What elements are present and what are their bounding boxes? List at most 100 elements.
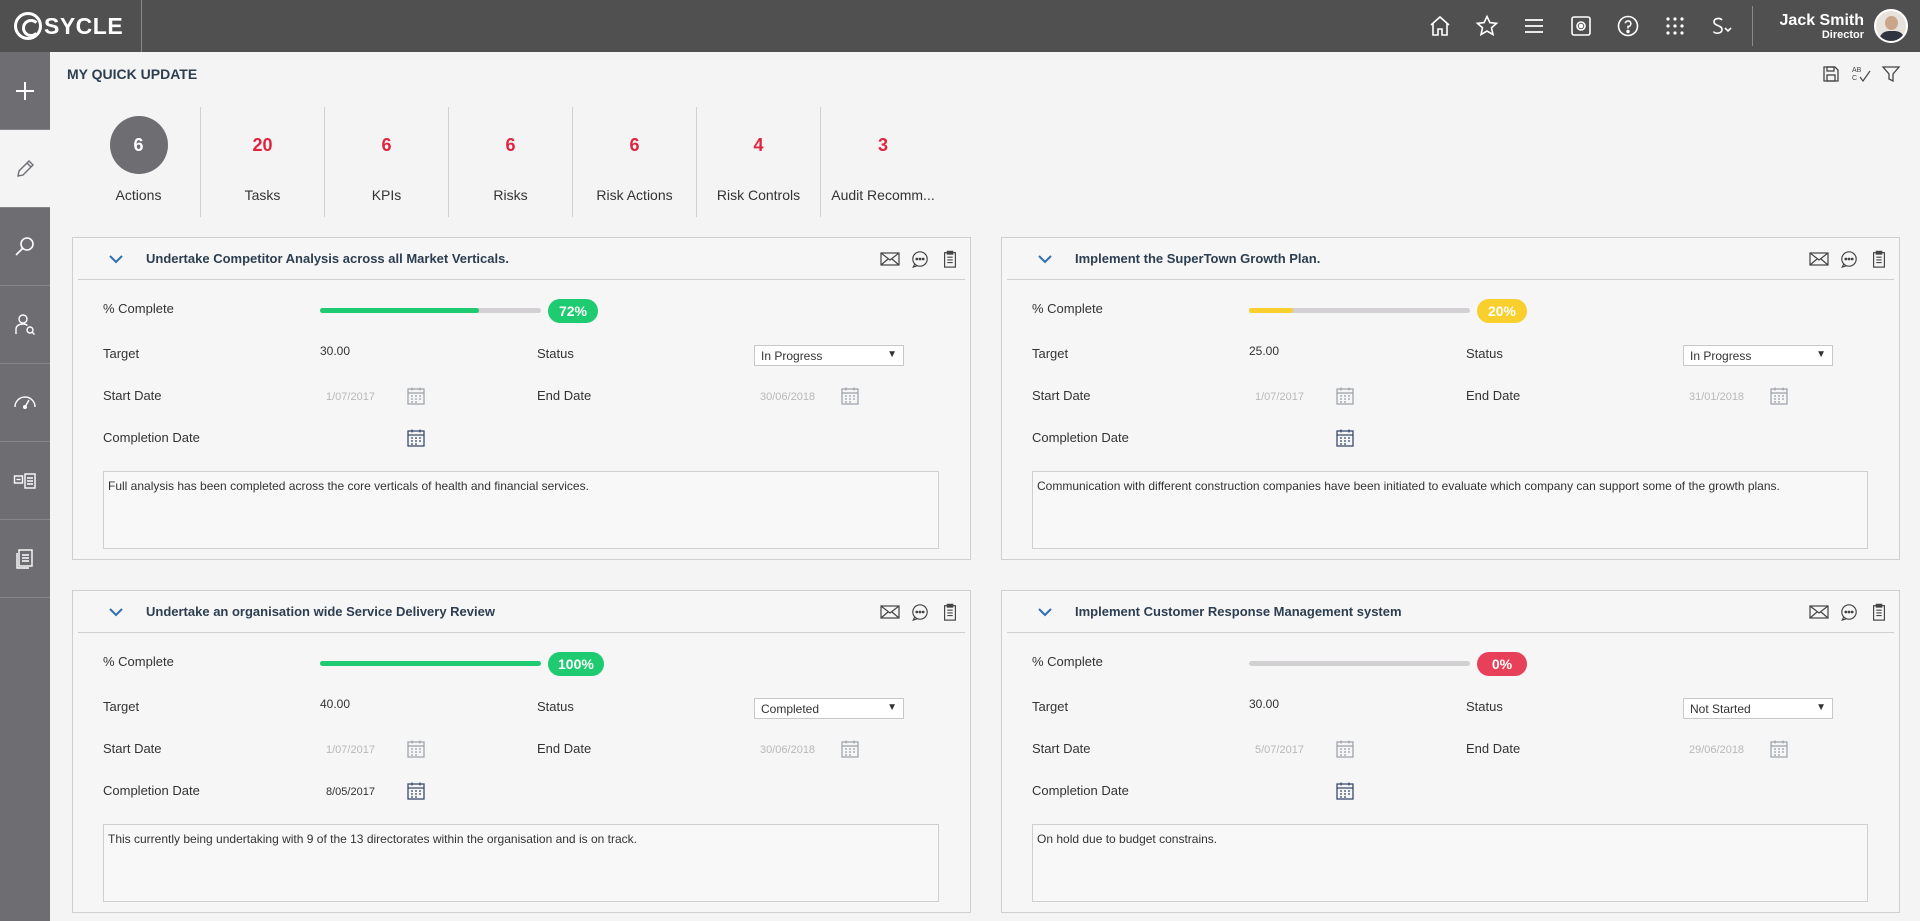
calendar-icon[interactable] [1335,428,1355,448]
language-icon[interactable] [1698,0,1745,52]
calendar-icon[interactable] [1769,386,1789,406]
tab-risks[interactable]: 6 Risks [449,107,573,217]
card-title: Implement Customer Response Management s… [1075,604,1402,619]
completion-date-value[interactable]: 8/05/2017 [326,786,375,798]
end-date-label: End Date [537,741,592,756]
completion-date-label: Completion Date [1032,783,1129,798]
sidebar-item-add[interactable] [0,52,50,130]
status-select[interactable]: In Progress ▼ [754,345,904,366]
mail-icon[interactable] [875,248,905,270]
dropdown-arrow-icon: ▼ [887,349,897,360]
progress-bar[interactable] [1249,308,1470,313]
tab-audit-recommendations[interactable]: 3 Audit Recomm... [821,107,945,217]
mail-icon[interactable] [1804,601,1834,623]
notes-textarea[interactable]: Full analysis has been completed across … [103,471,939,549]
calendar-icon[interactable] [406,428,426,448]
chevron-down-icon[interactable] [1033,607,1057,617]
comment-icon[interactable] [905,601,935,623]
target-value[interactable]: 25.00 [1249,344,1279,358]
status-value: Completed [761,702,820,716]
settings-box-icon[interactable] [1557,0,1604,52]
menu-icon[interactable] [1510,0,1557,52]
tab-risk-controls[interactable]: 4 Risk Controls [697,107,821,217]
card-title: Undertake Competitor Analysis across all… [146,251,509,266]
sidebar-item-documents[interactable] [0,520,50,598]
status-select[interactable]: Completed ▼ [754,698,904,719]
status-value: Not Started [1690,702,1751,716]
tab-tasks[interactable]: 20 Tasks [201,107,325,217]
clipboard-icon[interactable] [1864,601,1894,623]
action-card: Implement the SuperTown Growth Plan. % C… [1001,237,1900,560]
calendar-icon[interactable] [406,781,426,801]
chevron-down-icon[interactable] [104,607,128,617]
calendar-icon[interactable] [840,739,860,759]
chevron-down-icon[interactable] [104,254,128,264]
progress-bar[interactable] [320,661,541,666]
svg-text:C: C [1852,75,1857,82]
filter-icon[interactable] [1876,62,1906,86]
mail-icon[interactable] [1804,248,1834,270]
start-date-value[interactable]: 1/07/2017 [1255,391,1304,403]
help-icon[interactable] [1604,0,1651,52]
cards-list-icon [13,472,36,489]
sidebar-item-quick-update[interactable] [0,130,50,208]
progress-bar[interactable] [1249,661,1470,666]
sidebar-item-dashboard[interactable] [0,364,50,442]
page-title: MY QUICK UPDATE [67,66,198,82]
spellcheck-icon[interactable]: AB C [1846,62,1876,86]
start-date-value[interactable]: 1/07/2017 [326,744,375,756]
sidebar-item-search[interactable] [0,208,50,286]
end-date-value[interactable]: 31/01/2018 [1689,391,1744,403]
start-date-value[interactable]: 5/07/2017 [1255,744,1304,756]
clipboard-icon[interactable] [935,248,965,270]
calendar-icon[interactable] [1335,386,1355,406]
tab-risk-actions[interactable]: 6 Risk Actions [573,107,697,217]
end-date-value[interactable]: 29/06/2018 [1689,744,1744,756]
notes-textarea[interactable]: On hold due to budget constrains. [1032,824,1868,902]
sidebar-item-reports[interactable] [0,442,50,520]
end-date-value[interactable]: 30/06/2018 [760,391,815,403]
status-select[interactable]: Not Started ▼ [1683,698,1833,719]
tab-kpis[interactable]: 6 KPIs [325,107,449,217]
dropdown-arrow-icon: ▼ [1816,702,1826,713]
notes-textarea[interactable]: Communication with different constructio… [1032,471,1868,549]
apps-grid-icon[interactable] [1651,0,1698,52]
card-actions [1804,248,1894,270]
status-label: Status [1466,699,1503,714]
target-value[interactable]: 30.00 [320,344,350,358]
target-value[interactable]: 40.00 [320,697,350,711]
chevron-down-icon[interactable] [1033,254,1057,264]
start-date-value[interactable]: 1/07/2017 [326,391,375,403]
mail-icon[interactable] [875,601,905,623]
comment-icon[interactable] [905,248,935,270]
end-date-value[interactable]: 30/06/2018 [760,744,815,756]
comment-icon[interactable] [1834,248,1864,270]
star-icon[interactable] [1463,0,1510,52]
user-search-icon [15,313,35,335]
end-date-label: End Date [537,388,592,403]
user-menu[interactable]: Jack Smith Director [1752,6,1920,46]
calendar-icon[interactable] [406,739,426,759]
sidebar-item-people[interactable] [0,286,50,364]
tab-actions[interactable]: 6 Actions [77,107,201,217]
calendar-icon[interactable] [1335,739,1355,759]
app-logo[interactable]: SYCLE [0,0,142,52]
avatar[interactable] [1874,9,1908,43]
card-actions [875,601,965,623]
clipboard-icon[interactable] [1864,248,1894,270]
percent-complete-label: % Complete [1032,301,1103,316]
calendar-icon[interactable] [1769,739,1789,759]
notes-textarea[interactable]: This currently being undertaking with 9 … [103,824,939,902]
save-icon[interactable] [1816,62,1846,86]
target-value[interactable]: 30.00 [1249,697,1279,711]
status-select[interactable]: In Progress ▼ [1683,345,1833,366]
progress-bar[interactable] [320,308,541,313]
calendar-icon[interactable] [1335,781,1355,801]
clipboard-icon[interactable] [935,601,965,623]
calendar-icon[interactable] [406,386,426,406]
card-actions [875,248,965,270]
comment-icon[interactable] [1834,601,1864,623]
tab-label: Actions [115,187,162,203]
calendar-icon[interactable] [840,386,860,406]
home-icon[interactable] [1416,0,1463,52]
